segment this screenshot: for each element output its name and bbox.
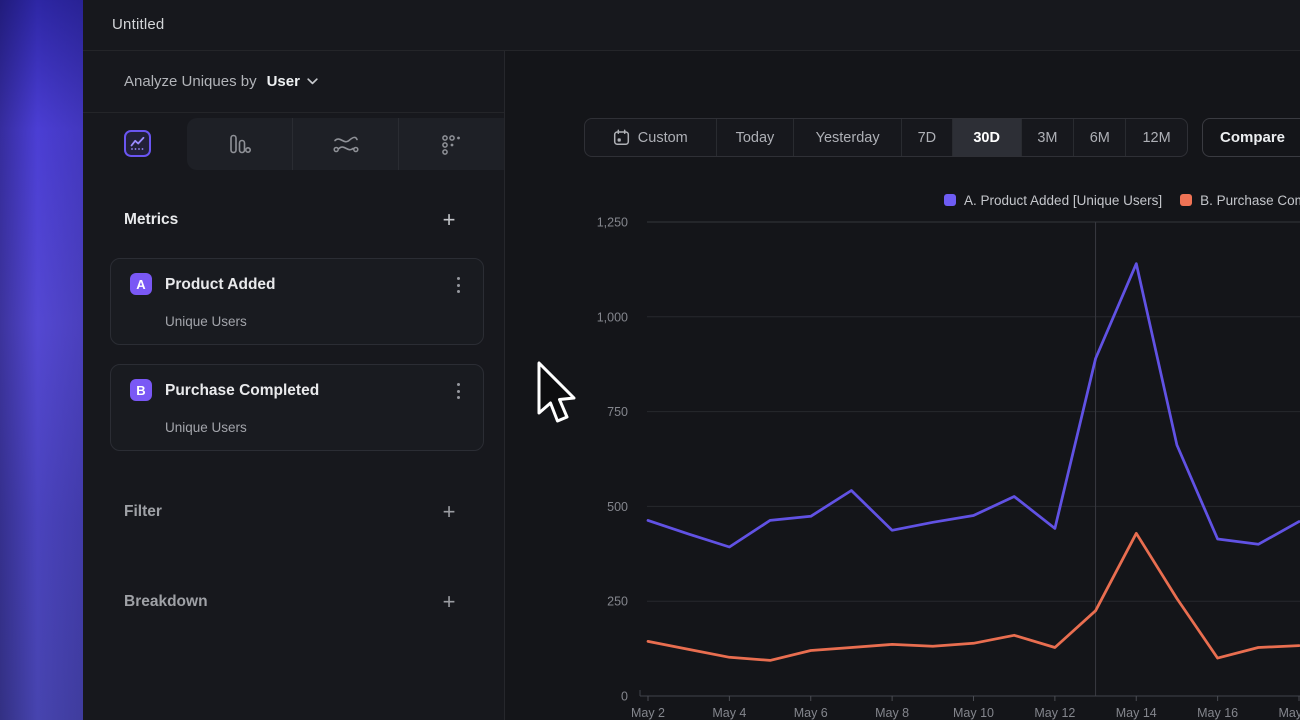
flow-icon bbox=[333, 135, 359, 154]
metric-name: Purchase Completed bbox=[165, 382, 319, 400]
chart-type-tab-group bbox=[187, 118, 504, 170]
metric-card-b[interactable]: B Purchase Completed Unique Users bbox=[110, 364, 484, 451]
metric-badge-b: B bbox=[130, 379, 152, 401]
add-filter-button[interactable]: + bbox=[435, 498, 463, 526]
metric-options-button[interactable] bbox=[448, 274, 468, 296]
metrics-section-title: Metrics bbox=[124, 211, 178, 229]
y-tick-label: 750 bbox=[607, 405, 628, 419]
add-metric-button[interactable]: + bbox=[435, 206, 463, 234]
range-12m[interactable]: 12M bbox=[1125, 119, 1187, 156]
range-label: 12M bbox=[1142, 130, 1170, 146]
metric-measurement[interactable]: Unique Users bbox=[165, 314, 247, 329]
tab-line-chart[interactable] bbox=[124, 130, 151, 157]
x-tick-label: May 18 bbox=[1279, 706, 1300, 720]
legend-label: A. Product Added [Unique Users] bbox=[964, 193, 1162, 208]
x-tick-label: May 4 bbox=[712, 706, 746, 720]
legend-swatch-purple bbox=[944, 194, 956, 206]
range-label: 3M bbox=[1037, 130, 1057, 146]
range-today[interactable]: Today bbox=[716, 119, 794, 156]
chart-type-tabs bbox=[83, 113, 504, 170]
range-label: 30D bbox=[973, 130, 1000, 146]
app-header: Untitled bbox=[83, 0, 1300, 51]
metric-badge-a: A bbox=[130, 273, 152, 295]
range-label: 7D bbox=[918, 130, 937, 146]
y-tick-label: 1,000 bbox=[597, 310, 628, 324]
analyze-entity-value: User bbox=[267, 73, 300, 90]
filter-section-title: Filter bbox=[124, 503, 162, 521]
metric-name: Product Added bbox=[165, 276, 276, 294]
legend-label: B. Purchase Completed [Unique Users] bbox=[1200, 193, 1300, 208]
tab-bar-chart[interactable] bbox=[187, 118, 292, 170]
left-accent-strip bbox=[0, 0, 83, 720]
range-30d[interactable]: 30D bbox=[952, 119, 1021, 156]
legend-swatch-orange bbox=[1180, 194, 1192, 206]
app-window: Untitled Analyze Uniques by User bbox=[0, 0, 1300, 720]
x-tick-label: May 14 bbox=[1116, 706, 1157, 720]
x-tick-label: May 2 bbox=[631, 706, 665, 720]
bar-chart-icon bbox=[228, 133, 251, 155]
range-custom[interactable]: Custom bbox=[585, 119, 716, 156]
range-yesterday[interactable]: Yesterday bbox=[793, 119, 901, 156]
tab-segmentation[interactable] bbox=[398, 118, 504, 170]
mouse-cursor bbox=[536, 360, 586, 440]
y-tick-label: 500 bbox=[607, 500, 628, 514]
series-line bbox=[648, 533, 1299, 660]
tab-flow[interactable] bbox=[292, 118, 398, 170]
y-tick-label: 1,250 bbox=[597, 216, 628, 230]
calendar-icon bbox=[613, 129, 630, 146]
compare-button[interactable]: Compare bbox=[1202, 118, 1300, 157]
y-tick-label: 250 bbox=[607, 595, 628, 609]
x-tick-label: May 8 bbox=[875, 706, 909, 720]
analyze-label: Analyze Uniques by bbox=[124, 73, 257, 90]
series-line bbox=[648, 264, 1299, 547]
add-breakdown-button[interactable]: + bbox=[435, 588, 463, 616]
analyze-entity-dropdown[interactable]: User bbox=[267, 73, 318, 90]
x-tick-label: May 6 bbox=[794, 706, 828, 720]
legend-item-b[interactable]: B. Purchase Completed [Unique Users] bbox=[1180, 193, 1300, 208]
y-tick-label: 0 bbox=[621, 690, 628, 704]
breakdown-section-title: Breakdown bbox=[124, 593, 208, 611]
line-chart-icon bbox=[130, 136, 145, 151]
range-label: Custom bbox=[638, 130, 688, 146]
dots-grid-icon bbox=[441, 134, 462, 155]
x-tick-label: May 10 bbox=[953, 706, 994, 720]
range-label: Yesterday bbox=[816, 130, 880, 146]
range-label: Today bbox=[736, 130, 775, 146]
date-range-control: Custom Today Yesterday 7D 30D 3M 6M 12M bbox=[584, 118, 1188, 157]
metric-options-button[interactable] bbox=[448, 380, 468, 402]
metric-measurement[interactable]: Unique Users bbox=[165, 420, 247, 435]
chart-legend: A. Product Added [Unique Users] B. Purch… bbox=[944, 191, 1300, 209]
report-title[interactable]: Untitled bbox=[112, 16, 164, 33]
range-7d[interactable]: 7D bbox=[901, 119, 952, 156]
chevron-down-icon bbox=[307, 78, 318, 85]
analyze-row: Analyze Uniques by User bbox=[83, 51, 504, 113]
range-6m[interactable]: 6M bbox=[1073, 119, 1125, 156]
metric-card-a[interactable]: A Product Added Unique Users bbox=[110, 258, 484, 345]
range-label: 6M bbox=[1090, 130, 1110, 146]
query-sidebar: Analyze Uniques by User bbox=[83, 51, 505, 720]
x-tick-label: May 16 bbox=[1197, 706, 1238, 720]
x-tick-label: May 12 bbox=[1034, 706, 1075, 720]
legend-item-a[interactable]: A. Product Added [Unique Users] bbox=[944, 193, 1162, 208]
range-3m[interactable]: 3M bbox=[1021, 119, 1074, 156]
